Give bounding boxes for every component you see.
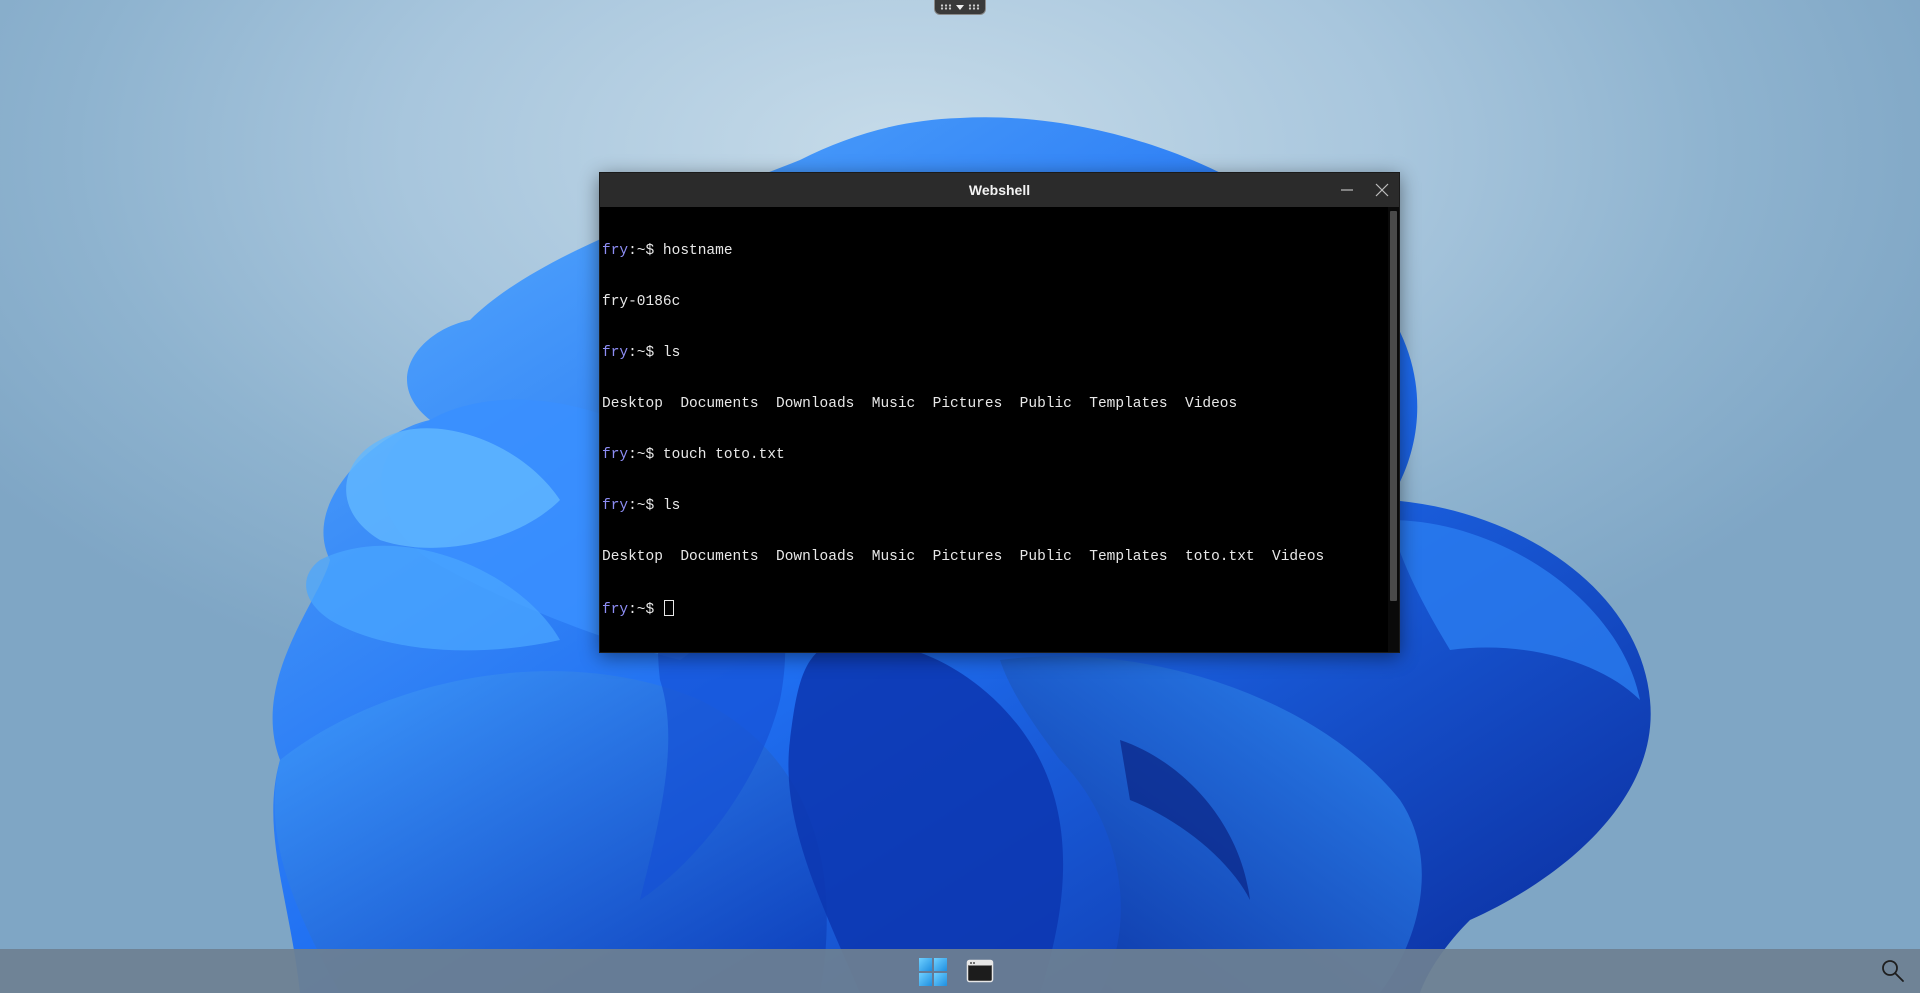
terminal-line: fry:~$ hostname xyxy=(602,243,1388,260)
grip-dots-icon xyxy=(968,4,980,10)
grip-dots-icon xyxy=(940,4,952,10)
prompt-suffix: :~$ xyxy=(628,447,655,463)
prompt-user: fry xyxy=(602,345,629,361)
terminal-line: fry:~$ ls xyxy=(602,345,1388,362)
terminal-line: fry-0186c xyxy=(602,294,1388,311)
search-button[interactable] xyxy=(1880,958,1906,984)
scrollbar-thumb[interactable] xyxy=(1390,211,1397,601)
terminal-line: fry:~$ touch toto.txt xyxy=(602,447,1388,464)
minimize-icon xyxy=(1341,189,1353,191)
output-text: Desktop Documents Downloads Music Pictur… xyxy=(602,549,1325,565)
prompt-user: fry xyxy=(602,243,629,259)
webshell-window[interactable]: Webshell fry:~$ hostname fry-0186c fry:~… xyxy=(599,172,1400,653)
windows-start-icon xyxy=(919,973,932,986)
output-text: Desktop Documents Downloads Music Pictur… xyxy=(602,396,1238,412)
search-icon xyxy=(1882,960,1904,982)
text-cursor[interactable] xyxy=(663,600,674,616)
desktop: Webshell fry:~$ hostname fry-0186c fry:~… xyxy=(0,0,1920,993)
prompt-user: fry xyxy=(602,498,629,514)
prompt-suffix: :~$ xyxy=(628,602,655,618)
terminal-line: Desktop Documents Downloads Music Pictur… xyxy=(602,396,1388,413)
prompt-user: fry xyxy=(602,447,629,463)
start-button[interactable] xyxy=(918,957,948,987)
command-text: ls xyxy=(654,345,681,361)
command-text xyxy=(654,602,663,618)
terminal-line: fry:~$ xyxy=(602,600,1388,618)
terminal-line: Desktop Documents Downloads Music Pictur… xyxy=(602,549,1388,566)
terminal-output[interactable]: fry:~$ hostname fry-0186c fry:~$ ls Desk… xyxy=(602,209,1388,649)
prompt-suffix: :~$ xyxy=(628,498,655,514)
prompt-suffix: :~$ xyxy=(628,345,655,361)
command-text: hostname xyxy=(654,243,733,259)
top-dropdown-handle[interactable] xyxy=(934,0,986,15)
windows-start-icon xyxy=(934,973,947,986)
window-titlebar[interactable]: Webshell xyxy=(600,173,1399,207)
terminal-app-icon xyxy=(966,959,994,983)
prompt-suffix: :~$ xyxy=(628,243,655,259)
windows-start-icon xyxy=(919,958,932,971)
terminal-scrollbar[interactable] xyxy=(1388,207,1399,652)
prompt-user: fry xyxy=(602,602,629,618)
taskbar xyxy=(0,949,1920,993)
terminal-line: fry:~$ ls xyxy=(602,498,1388,515)
taskbar-webshell-button[interactable] xyxy=(966,958,994,984)
command-text: ls xyxy=(654,498,681,514)
output-text: fry-0186c xyxy=(602,294,681,310)
command-text: touch toto.txt xyxy=(654,447,785,463)
minimize-button[interactable] xyxy=(1335,178,1359,202)
close-button[interactable] xyxy=(1370,178,1394,202)
windows-start-icon xyxy=(934,958,947,971)
chevron-down-icon xyxy=(956,4,964,10)
window-title: Webshell xyxy=(968,182,1031,198)
close-icon xyxy=(1375,183,1389,197)
